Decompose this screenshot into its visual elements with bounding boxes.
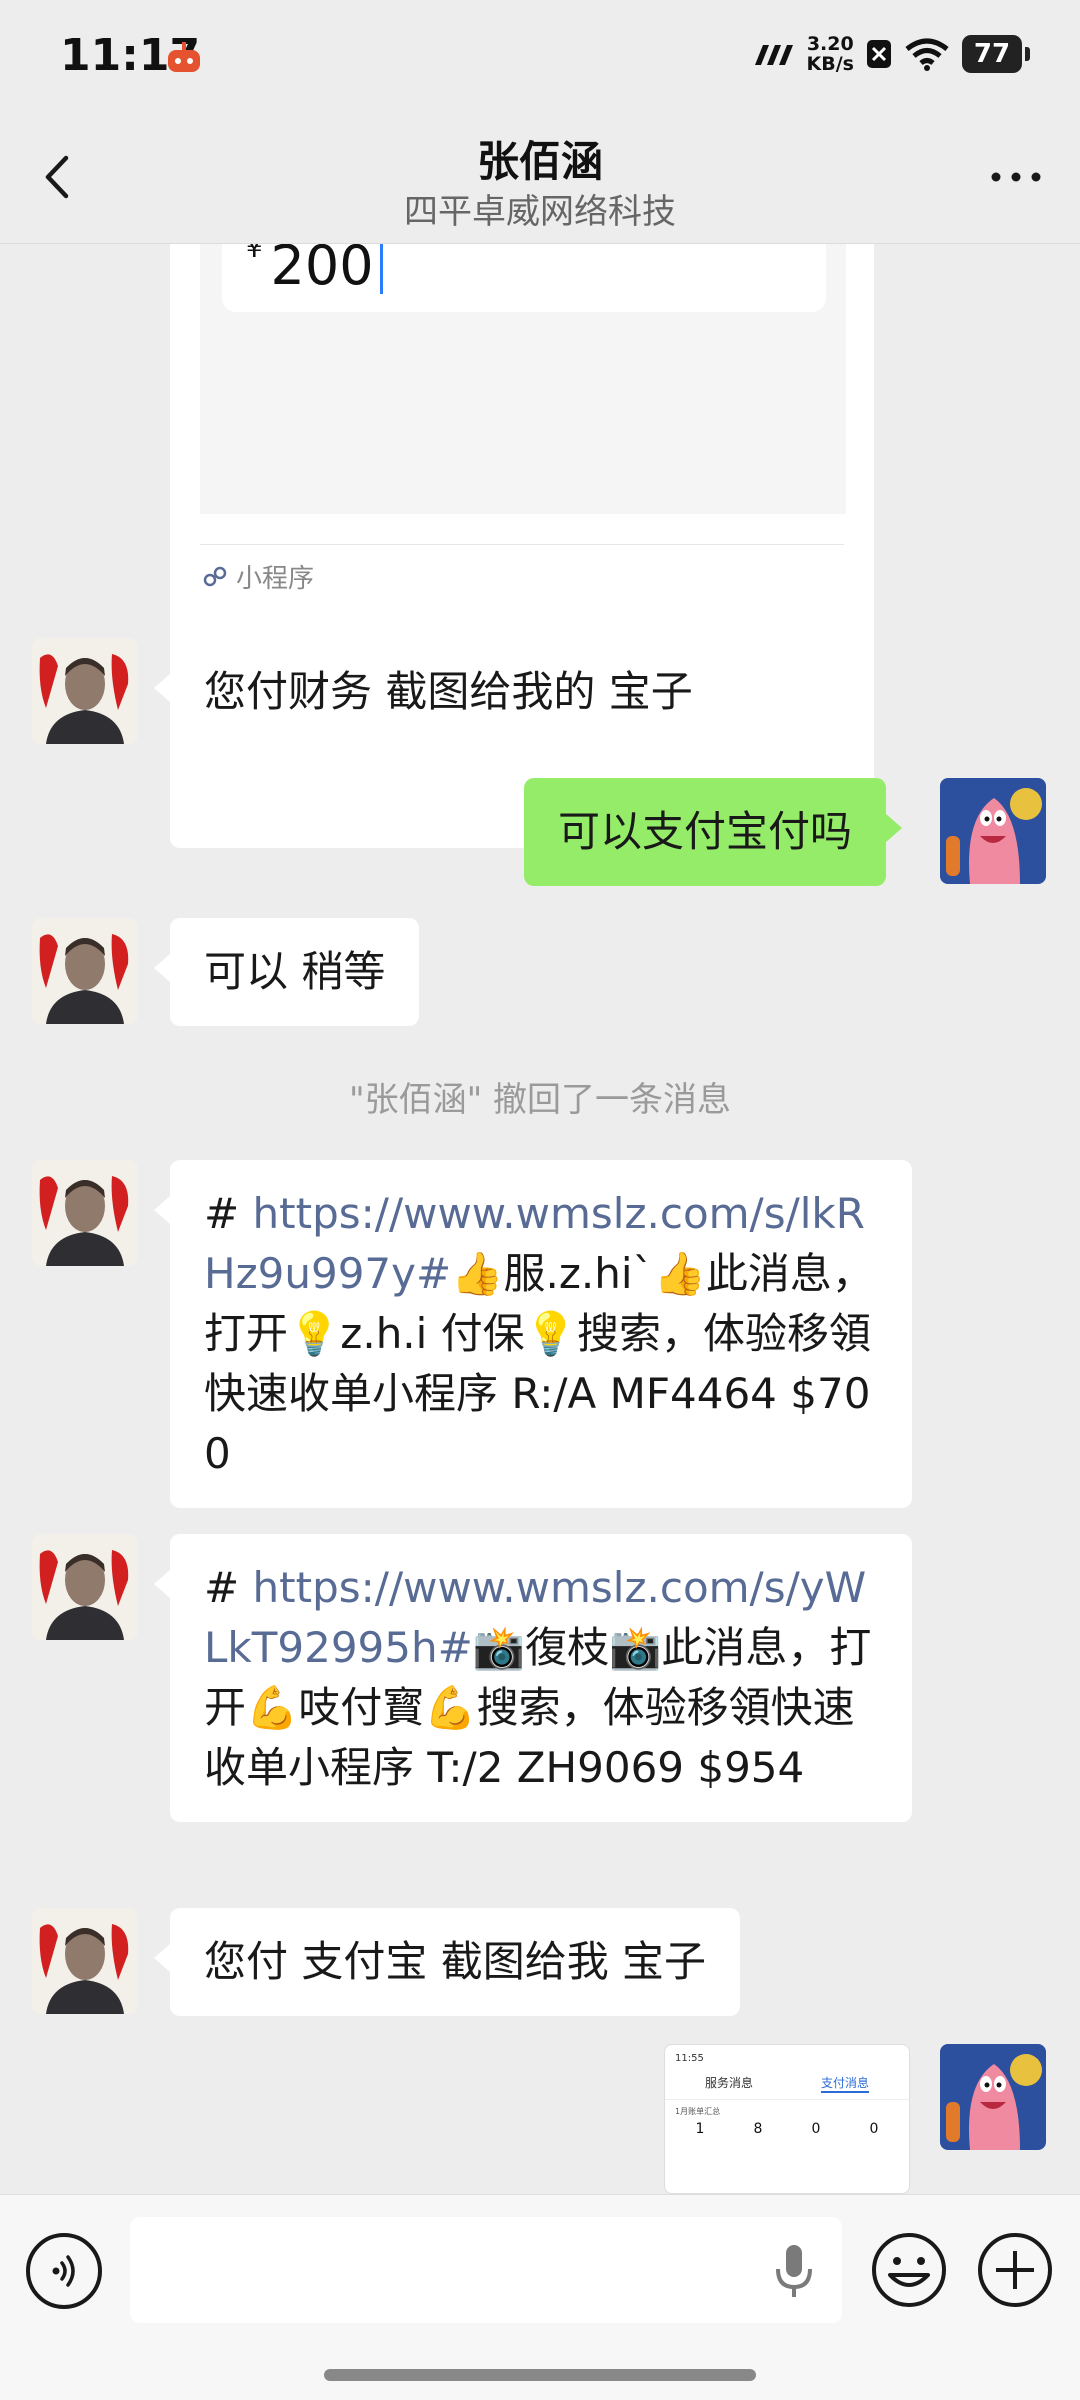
contact-name: 张佰涵: [476, 137, 603, 186]
recall-notice: "张佰涵" 撤回了一条消息: [348, 1080, 732, 1120]
more-icon[interactable]: [988, 162, 1044, 192]
mini-program-preview: ¥200: [200, 244, 846, 514]
message-bubble[interactable]: 可以 稍等: [153, 918, 420, 1026]
avatar[interactable]: [32, 1160, 138, 1266]
contact-avatar-icon: [32, 918, 138, 1024]
avatar[interactable]: [32, 1534, 138, 1640]
contact-avatar-icon: [32, 638, 138, 744]
signal-icon: [754, 45, 793, 65]
mini-program-footer: 小程序: [202, 558, 314, 595]
contact-company: 四平卓威网络科技: [404, 192, 676, 232]
network-speed: 3.20 KB/s: [806, 33, 854, 75]
self-avatar-icon: [940, 2044, 1046, 2150]
voice-icon: [52, 2255, 75, 2287]
chat-messages[interactable]: ¥200 小程序 您付财务 截图给我的 宝子 可以支付宝付吗 可以 稍等 "张佰…: [0, 244, 1080, 2194]
self-avatar-icon: [940, 778, 1046, 884]
message-bubble[interactable]: 您付财务 截图给我的 宝子: [154, 638, 727, 746]
avatar[interactable]: [32, 638, 138, 744]
battery-indicator: 77: [962, 35, 1030, 73]
avatar[interactable]: [32, 1908, 138, 2014]
avatar-self[interactable]: [940, 2044, 1046, 2150]
message-bubble[interactable]: 您付 支付宝 截图给我 宝子: [153, 1908, 741, 2016]
wifi-icon: [905, 38, 949, 71]
status-icons: 3.20 KB/s 77: [751, 33, 1030, 75]
message-bubble[interactable]: # https://www.wmslz.com/s/lkRHz9u997y#👍服…: [154, 1160, 912, 1508]
message-bubble[interactable]: # https://www.wmslz.com/s/yWLkT92995h#📸復…: [154, 1534, 912, 1822]
divider: [200, 544, 844, 545]
input-bar: [0, 2194, 1080, 2400]
status-bar: 11:17 3.20 KB/s 77: [0, 0, 1080, 118]
mic-icon[interactable]: [772, 2239, 816, 2303]
mini-program-icon: [203, 566, 227, 586]
sim-off-icon: [867, 40, 891, 68]
voice-button[interactable]: [26, 2233, 102, 2309]
plus-icon[interactable]: [976, 2231, 1054, 2309]
avatar[interactable]: [32, 918, 138, 1024]
message-input[interactable]: [130, 2217, 842, 2323]
amount-value: ¥200: [246, 244, 383, 297]
message-bubble-self[interactable]: 可以支付宝付吗: [524, 778, 903, 886]
contact-avatar-icon: [32, 1534, 138, 1640]
contact-avatar-icon: [32, 1908, 138, 2014]
mini-program-card[interactable]: ¥200 小程序: [170, 244, 874, 848]
chat-header: 张佰涵 四平卓威网络科技: [0, 118, 1080, 244]
screenshot-image[interactable]: 11:55 服务消息 支付消息 1月账单汇总 1 8 0 0: [664, 2044, 910, 2194]
notification-app-icon: [168, 42, 200, 72]
avatar-self[interactable]: [940, 778, 1046, 884]
contact-avatar-icon: [32, 1160, 138, 1266]
home-indicator[interactable]: [324, 2369, 756, 2381]
emoji-icon[interactable]: [870, 2231, 948, 2309]
amount-field-preview: ¥200: [222, 244, 826, 312]
